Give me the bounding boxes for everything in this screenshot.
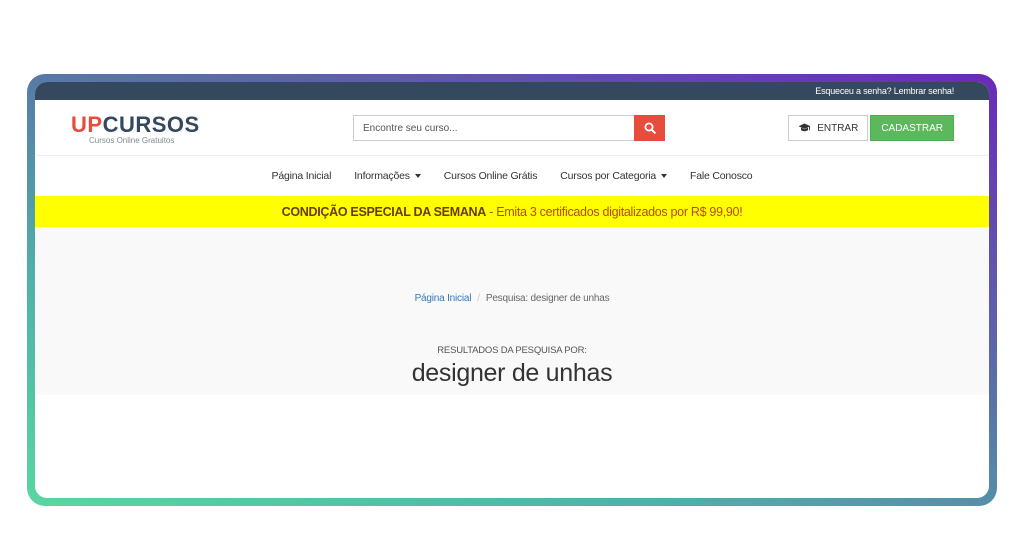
logo-wordmark: UPCURSOS: [71, 114, 200, 136]
nav-item-free-courses[interactable]: Cursos Online Grátis: [432, 170, 548, 182]
main-nav: Página Inicial Informações Cursos Online…: [35, 156, 989, 196]
promo-text: - Emita 3 certificados digitalizados por…: [486, 204, 743, 219]
login-label: ENTRAR: [817, 122, 859, 134]
nav-label: Fale Conosco: [690, 170, 753, 182]
forgot-password-link[interactable]: Esqueceu a senha? Lembrar senha!: [815, 86, 954, 96]
nav-label: Cursos Online Grátis: [443, 170, 538, 182]
browser-screen: Esqueceu a senha? Lembrar senha! UPCURSO…: [35, 82, 989, 498]
search-bar: [353, 115, 665, 141]
search-input[interactable]: [353, 115, 634, 141]
search-results-header: Página Inicial / Pesquisa: designer de u…: [35, 227, 989, 395]
search-term-title: designer de unhas: [411, 359, 613, 387]
breadcrumb-separator: /: [477, 293, 480, 304]
graduation-cap-icon: [798, 123, 811, 132]
nav-label: Informações: [354, 170, 410, 182]
logo-up: UP: [71, 112, 103, 137]
site-header: UPCURSOS Cursos Online Gratuitos Encontr…: [35, 100, 989, 156]
nav-item-info[interactable]: Informações: [343, 170, 433, 182]
caret-down-icon: [661, 174, 668, 178]
nav-item-home[interactable]: Página Inicial: [260, 170, 343, 182]
promo-title: CONDIÇÃO ESPECIAL DA SEMANA: [281, 204, 487, 219]
nav-item-contact[interactable]: Fale Conosco: [679, 170, 764, 182]
nav-item-categories[interactable]: Cursos por Categoria: [549, 170, 679, 182]
results-label: RESULTADOS DA PESQUISA POR:: [437, 345, 587, 356]
search-button[interactable]: [634, 115, 665, 141]
register-label: CADASTRAR: [881, 122, 943, 134]
search-icon: [644, 122, 656, 134]
caret-down-icon: [414, 174, 421, 178]
device-frame: Esqueceu a senha? Lembrar senha! UPCURSO…: [27, 74, 997, 506]
top-bar: Esqueceu a senha? Lembrar senha!: [35, 82, 989, 100]
auth-buttons: ENTRAR CADASTRAR: [788, 115, 954, 141]
login-button[interactable]: ENTRAR: [788, 115, 869, 141]
register-button[interactable]: CADASTRAR: [870, 115, 954, 141]
nav-label: Cursos por Categoria: [560, 170, 657, 182]
promo-banner[interactable]: CONDIÇÃO ESPECIAL DA SEMANA - Emita 3 ce…: [35, 196, 989, 227]
logo-cursos: CURSOS: [102, 112, 200, 137]
logo-tagline: Cursos Online Gratuitos: [89, 136, 175, 145]
breadcrumb-home-link[interactable]: Página Inicial: [415, 293, 472, 304]
breadcrumb-current: Pesquisa: designer de unhas: [485, 293, 610, 304]
nav-label: Página Inicial: [271, 170, 332, 182]
breadcrumb: Página Inicial / Pesquisa: designer de u…: [35, 293, 989, 304]
site-logo[interactable]: UPCURSOS Cursos Online Gratuitos: [71, 114, 200, 146]
